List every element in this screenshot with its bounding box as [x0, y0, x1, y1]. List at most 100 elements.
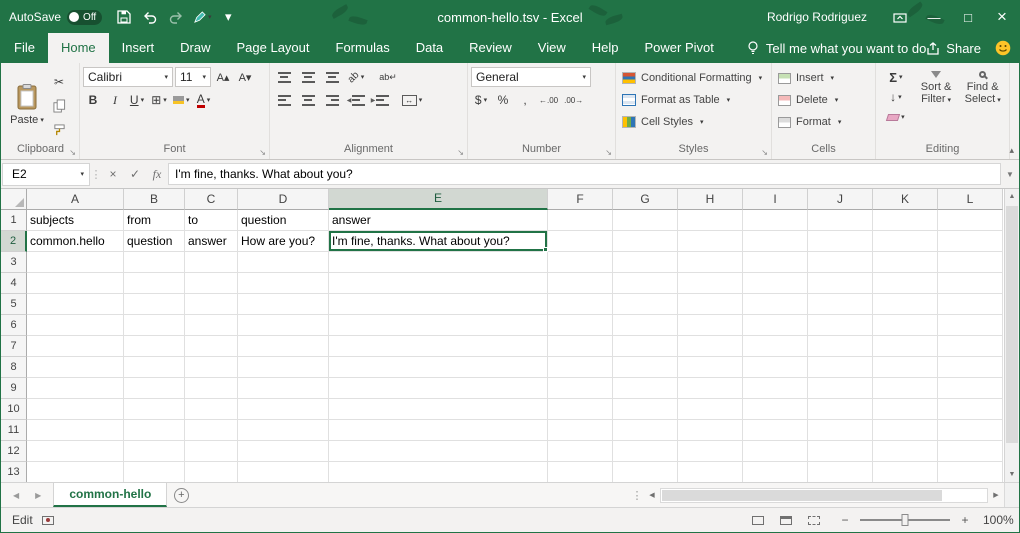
ink-tool-button[interactable]: ▾	[190, 4, 214, 30]
collapse-ribbon-button[interactable]: ▴	[1009, 145, 1014, 156]
cell-F5[interactable]	[548, 294, 613, 315]
tab-home[interactable]: Home	[48, 33, 109, 63]
cell-H8[interactable]	[678, 357, 743, 378]
maximize-button[interactable]: □	[951, 1, 985, 33]
cell-G1[interactable]	[613, 210, 678, 231]
customize-qat-button[interactable]: ▾	[216, 4, 240, 30]
cell-I13[interactable]	[743, 462, 808, 482]
cell-G5[interactable]	[613, 294, 678, 315]
cell-E3[interactable]	[329, 252, 548, 273]
vertical-scroll-thumb[interactable]	[1006, 206, 1018, 443]
cell-H12[interactable]	[678, 441, 743, 462]
cell-K9[interactable]	[873, 378, 938, 399]
cell-F6[interactable]	[548, 315, 613, 336]
select-all-corner[interactable]	[1, 189, 27, 210]
undo-button[interactable]	[138, 4, 162, 30]
scroll-down-arrow[interactable]: ▼	[1005, 467, 1019, 482]
cell-E9[interactable]	[329, 378, 548, 399]
cell-K8[interactable]	[873, 357, 938, 378]
cell-L4[interactable]	[938, 273, 1003, 294]
next-sheet-button[interactable]: ▶	[35, 491, 41, 500]
alignment-dialog-launcher[interactable]: ↘	[457, 148, 464, 157]
cell-G10[interactable]	[613, 399, 678, 420]
cell-C6[interactable]	[185, 315, 238, 336]
column-header-E[interactable]: E	[329, 189, 548, 210]
cell-L12[interactable]	[938, 441, 1003, 462]
percent-style-button[interactable]: %	[493, 90, 513, 110]
tab-formulas[interactable]: Formulas	[323, 33, 403, 63]
cell-D9[interactable]	[238, 378, 329, 399]
cell-H11[interactable]	[678, 420, 743, 441]
cell-K2[interactable]	[873, 231, 938, 252]
styles-dialog-launcher[interactable]: ↘	[761, 148, 768, 157]
cell-A3[interactable]	[27, 252, 124, 273]
cell-L8[interactable]	[938, 357, 1003, 378]
decrease-decimal-button[interactable]: .00→	[562, 90, 585, 110]
cell-J3[interactable]	[808, 252, 873, 273]
column-header-G[interactable]: G	[613, 189, 678, 210]
cell-I2[interactable]	[743, 231, 808, 252]
cell-K5[interactable]	[873, 294, 938, 315]
cell-K6[interactable]	[873, 315, 938, 336]
cell-C7[interactable]	[185, 336, 238, 357]
cell-A12[interactable]	[27, 441, 124, 462]
tab-view[interactable]: View	[525, 33, 579, 63]
font-size-combo[interactable]: 11▾	[175, 67, 211, 87]
cell-B13[interactable]	[124, 462, 185, 482]
cell-I11[interactable]	[743, 420, 808, 441]
cell-G3[interactable]	[613, 252, 678, 273]
cell-I8[interactable]	[743, 357, 808, 378]
cell-I1[interactable]	[743, 210, 808, 231]
horizontal-scrollbar[interactable]: ◀ ▶	[644, 483, 1004, 507]
user-name[interactable]: Rodrigo Rodriguez	[767, 10, 867, 24]
column-header-C[interactable]: C	[185, 189, 238, 210]
cell-H6[interactable]	[678, 315, 743, 336]
column-header-K[interactable]: K	[873, 189, 938, 210]
cell-D5[interactable]	[238, 294, 329, 315]
scroll-right-arrow[interactable]: ▶	[988, 491, 1004, 499]
tab-power-pivot[interactable]: Power Pivot	[632, 33, 727, 63]
cell-B2[interactable]: question	[124, 231, 185, 252]
macro-record-icon[interactable]	[42, 516, 54, 525]
zoom-slider[interactable]	[860, 519, 950, 521]
share-button[interactable]: Share	[926, 41, 981, 56]
cell-B11[interactable]	[124, 420, 185, 441]
cell-E10[interactable]	[329, 399, 548, 420]
cell-D2[interactable]: How are you?	[238, 231, 329, 252]
row-header-6[interactable]: 6	[1, 315, 27, 336]
find-select-button[interactable]: Find & Select▾	[959, 67, 1006, 142]
clipboard-dialog-launcher[interactable]: ↘	[69, 148, 76, 157]
cell-J2[interactable]	[808, 231, 873, 252]
top-align-button[interactable]	[273, 67, 295, 87]
cell-J8[interactable]	[808, 357, 873, 378]
cell-L1[interactable]	[938, 210, 1003, 231]
cell-E5[interactable]	[329, 294, 548, 315]
cell-F3[interactable]	[548, 252, 613, 273]
cell-E2[interactable]: I'm fine, thanks. What about you?	[329, 231, 548, 252]
cell-G7[interactable]	[613, 336, 678, 357]
tab-help[interactable]: Help	[579, 33, 632, 63]
cell-L6[interactable]	[938, 315, 1003, 336]
page-layout-view-button[interactable]	[775, 510, 797, 530]
tab-data[interactable]: Data	[403, 33, 456, 63]
cell-C13[interactable]	[185, 462, 238, 482]
column-header-I[interactable]: I	[743, 189, 808, 210]
previous-sheet-button[interactable]: ◀	[13, 491, 19, 500]
vertical-scroll-track[interactable]	[1005, 204, 1019, 467]
cell-B4[interactable]	[124, 273, 185, 294]
cell-G11[interactable]	[613, 420, 678, 441]
row-header-4[interactable]: 4	[1, 273, 27, 294]
cell-K3[interactable]	[873, 252, 938, 273]
horizontal-scroll-track[interactable]	[660, 488, 988, 503]
delete-cells-button[interactable]: Delete ▾	[775, 89, 872, 111]
formula-input[interactable]: I'm fine, thanks. What about you?	[168, 163, 1001, 185]
cell-C5[interactable]	[185, 294, 238, 315]
cell-E8[interactable]	[329, 357, 548, 378]
cell-J10[interactable]	[808, 399, 873, 420]
italic-button[interactable]: I	[105, 90, 125, 110]
cell-I10[interactable]	[743, 399, 808, 420]
cell-A2[interactable]: common.hello	[27, 231, 124, 252]
column-header-H[interactable]: H	[678, 189, 743, 210]
cell-F1[interactable]	[548, 210, 613, 231]
wrap-text-button[interactable]: ab↵	[377, 67, 399, 87]
